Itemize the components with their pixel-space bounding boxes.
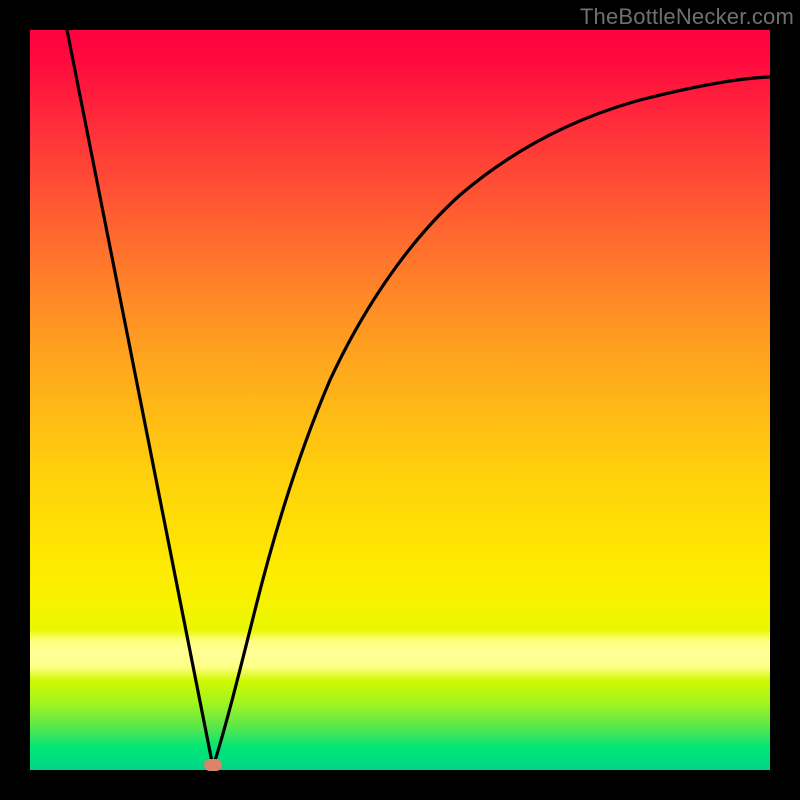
curve-layer — [30, 30, 770, 770]
bottleneck-curve — [67, 30, 770, 767]
chart-container: TheBottleNecker.com — [0, 0, 800, 800]
plot-area — [30, 30, 770, 770]
optimal-marker — [204, 759, 222, 771]
watermark: TheBottleNecker.com — [580, 4, 794, 30]
